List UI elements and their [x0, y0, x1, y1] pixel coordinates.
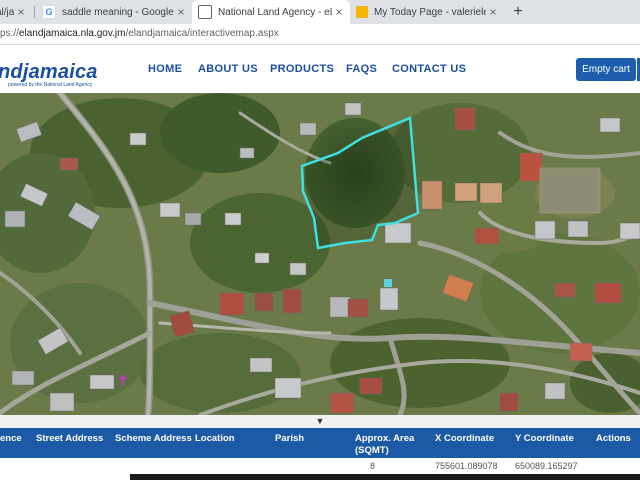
tab-label: al/ja	[0, 6, 14, 18]
close-tab-icon[interactable]: ×	[14, 5, 28, 19]
nav-faqs[interactable]: FAQS	[346, 63, 377, 75]
url-scheme: ps://	[0, 28, 19, 39]
results-table-header: ence Street Address Scheme Address Locat…	[0, 428, 640, 458]
col-header-parish: Parish	[275, 433, 305, 444]
satellite-imagery[interactable]: ✝	[0, 93, 640, 415]
url-path: /elandjamaica/interactivemap.aspx	[125, 28, 279, 39]
col-header-street-address: Street Address	[36, 433, 104, 444]
cell-approx-area: 8	[370, 461, 376, 471]
url-host: elandjamaica.nla.gov.jm	[18, 28, 126, 39]
browser-tab-2[interactable]: G saddle meaning - Google Search ×	[36, 0, 192, 24]
nav-contact-us[interactable]: CONTACT US	[392, 63, 466, 75]
close-tab-icon[interactable]: ×	[486, 5, 500, 19]
logo-tagline: powered by the National Land Agency	[8, 82, 93, 88]
page-icon	[198, 5, 212, 19]
cell-y-coordinate: 650089.165297	[515, 461, 578, 471]
col-header-location: Location	[195, 433, 235, 444]
col-header-x-coordinate: X Coordinate	[435, 433, 495, 444]
col-header-actions: Actions	[596, 433, 631, 444]
map-marker-icon[interactable]: ✝	[116, 371, 129, 390]
cell-x-coordinate: 755601.089078	[435, 461, 498, 471]
logo-text: ndjamaica	[0, 61, 98, 83]
google-icon: G	[42, 5, 56, 19]
site-header: ndjamaica powered by the National Land A…	[0, 45, 640, 93]
browser-tab-4[interactable]: My Today Page - valerielevyrealtc ×	[350, 0, 504, 24]
col-header-scheme-address: Scheme Address	[115, 433, 192, 444]
tab-label: National Land Agency - eLandja	[218, 6, 332, 18]
browser-tab-strip: al/ja × G saddle meaning - Google Search…	[0, 0, 640, 24]
results-toggle[interactable]: ▼	[0, 415, 640, 428]
tab-label: saddle meaning - Google Search	[62, 6, 174, 18]
tab-label: My Today Page - valerielevyrealtc	[374, 6, 486, 18]
nav-about-us[interactable]: ABOUT US	[198, 63, 258, 75]
pool	[384, 279, 392, 287]
nav-home[interactable]: HOME	[148, 63, 182, 75]
new-tab-button[interactable]: +	[508, 1, 528, 23]
site-logo[interactable]: ndjamaica powered by the National Land A…	[0, 61, 98, 88]
col-header-reference: ence	[0, 433, 22, 444]
chevron-down-icon[interactable]: ▼	[316, 416, 325, 426]
empty-cart-button[interactable]: Empty cart	[576, 58, 636, 81]
nav-products[interactable]: PRODUCTS	[270, 63, 334, 75]
interactive-map[interactable]: ✝	[0, 93, 640, 415]
close-tab-icon[interactable]: ×	[332, 5, 346, 19]
os-taskbar	[130, 474, 640, 480]
address-bar[interactable]: ps://elandjamaica.nla.gov.jm/elandjamaic…	[0, 24, 640, 45]
browser-tab-3[interactable]: National Land Agency - eLandja ×	[192, 0, 350, 24]
col-header-approx-area: Approx. Area (SQMT)	[355, 433, 415, 456]
close-tab-icon[interactable]: ×	[174, 5, 188, 19]
mytoday-icon	[356, 6, 368, 18]
browser-tab-1[interactable]: al/ja ×	[0, 0, 32, 24]
url-text[interactable]: ps://elandjamaica.nla.gov.jm/elandjamaic…	[0, 24, 279, 44]
col-header-y-coordinate: Y Coordinate	[515, 433, 574, 444]
